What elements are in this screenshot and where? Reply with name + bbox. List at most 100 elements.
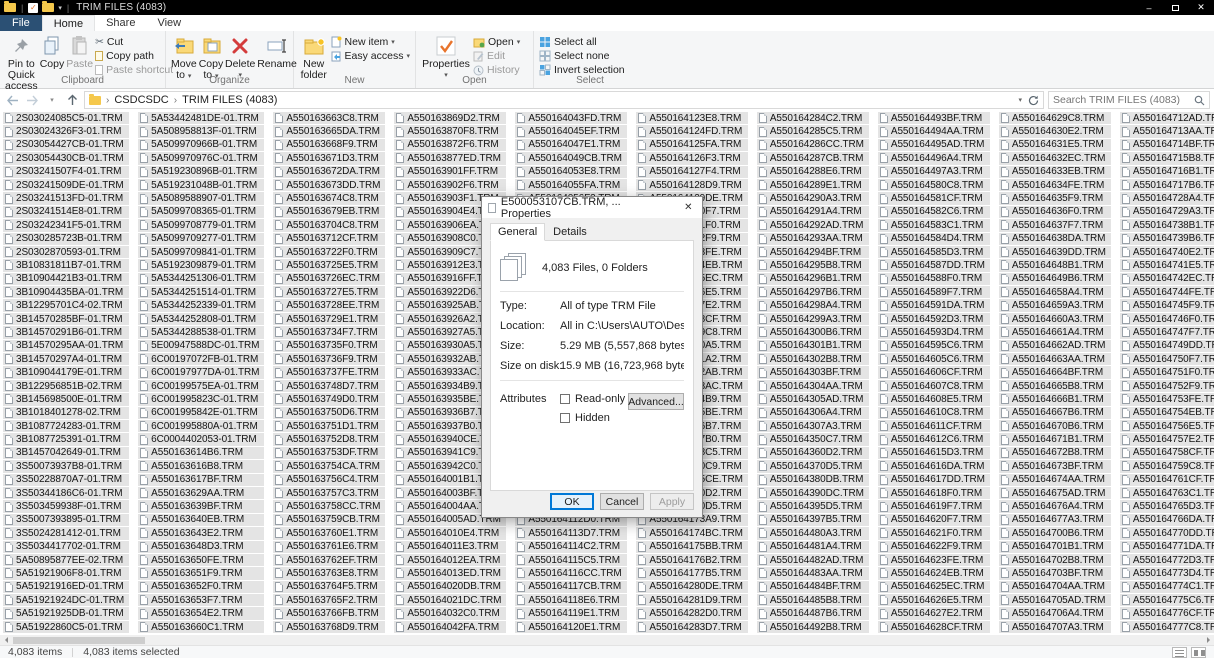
file-item[interactable]: 2S03241509DE-01.TRM	[3, 179, 129, 191]
search-icon[interactable]	[1194, 95, 1205, 106]
file-item[interactable]: A550164717B6.TRM	[1120, 179, 1214, 191]
file-item[interactable]: A550164292AD.TRM	[757, 219, 869, 231]
file-item[interactable]: 3B1087725391-01.TRM	[3, 433, 129, 445]
file-item[interactable]: A550164306A4.TRM	[757, 407, 869, 419]
file-item[interactable]: A550164615D3.TRM	[878, 447, 990, 459]
file-item[interactable]: A550164673BF.TRM	[999, 460, 1111, 472]
file-item[interactable]: 2S03242341F5-01.TRM	[3, 219, 129, 231]
advanced-button[interactable]: Advanced...	[628, 393, 684, 410]
file-item[interactable]: A550163640EB.TRM	[138, 514, 264, 526]
file-item[interactable]: 3B122956851B-02.TRM	[3, 380, 129, 392]
up-button[interactable]	[64, 92, 80, 108]
file-item[interactable]: 3S5024281412-01.TRM	[3, 527, 129, 539]
file-item[interactable]: 5A509970976C-01.TRM	[138, 152, 264, 164]
rename-button[interactable]: Rename	[257, 33, 297, 70]
file-item[interactable]: 3B109044179E-01.TRM	[3, 366, 129, 378]
file-item[interactable]: A550163869D2.TRM	[394, 112, 506, 124]
file-item[interactable]: A550164583C1.TRM	[878, 219, 990, 231]
file-item[interactable]: A550164664BF.TRM	[999, 366, 1111, 378]
refresh-icon[interactable]	[1028, 95, 1039, 106]
file-item[interactable]: 5A5344252808-01.TRM	[138, 313, 264, 325]
file-item[interactable]: 6C001995823C-01.TRM	[138, 393, 264, 405]
file-item[interactable]: A550163766FB.TRM	[273, 607, 385, 619]
file-item[interactable]: A550163761E6.TRM	[273, 541, 385, 553]
file-item[interactable]: A550164299A3.TRM	[757, 313, 869, 325]
file-item[interactable]: A550164295B8.TRM	[757, 259, 869, 271]
file-item[interactable]: A550164667B6.TRM	[999, 407, 1111, 419]
ok-button[interactable]: OK	[550, 493, 594, 510]
file-item[interactable]: A550163756C4.TRM	[273, 474, 385, 486]
file-item[interactable]: A550164716B1.TRM	[1120, 166, 1214, 178]
file-item[interactable]: 3B10904435BA-01.TRM	[3, 286, 129, 298]
file-item[interactable]: A550163762EF.TRM	[273, 554, 385, 566]
file-item[interactable]: A550164631E5.TRM	[999, 139, 1111, 151]
file-item[interactable]: A550164665B8.TRM	[999, 380, 1111, 392]
file-item[interactable]: A550163679EB.TRM	[273, 206, 385, 218]
tab-file[interactable]: File	[0, 15, 42, 31]
file-item[interactable]: A550163749D0.TRM	[273, 393, 385, 405]
file-item[interactable]: A550164288E6.TRM	[757, 166, 869, 178]
file-item[interactable]: A550163736F9.TRM	[273, 353, 385, 365]
file-item[interactable]: 2S03024085C5-01.TRM	[3, 112, 129, 124]
file-item[interactable]: A550164705AD.TRM	[999, 594, 1111, 606]
scrollbar-thumb[interactable]	[13, 637, 145, 644]
file-item[interactable]: A550164286CC.TRM	[757, 139, 869, 151]
file-item[interactable]: A550163870F8.TRM	[394, 125, 506, 137]
file-item[interactable]: A550164620F7.TRM	[878, 514, 990, 526]
file-item[interactable]: 2S03241514E8-01.TRM	[3, 206, 129, 218]
file-item[interactable]: A550164290A3.TRM	[757, 192, 869, 204]
open-button[interactable]: Open ▾	[473, 35, 520, 49]
file-item[interactable]: A550164704AA.TRM	[999, 581, 1111, 593]
icons-view-button[interactable]	[1191, 647, 1206, 658]
file-item[interactable]: A550164746F0.TRM	[1120, 313, 1214, 325]
file-item[interactable]: A550163737FE.TRM	[273, 366, 385, 378]
file-item[interactable]: A550163652F0.TRM	[138, 581, 264, 593]
file-item[interactable]: 3S50073937B8-01.TRM	[3, 460, 129, 472]
file-item[interactable]: A550164588F0.TRM	[878, 273, 990, 285]
file-item[interactable]: 2S03241513FD-01.TRM	[3, 192, 129, 204]
file-item[interactable]: 5A50895877EE-02.TRM	[3, 554, 129, 566]
file-item[interactable]: 2S0302870593-01.TRM	[3, 246, 129, 258]
file-item[interactable]: A550164619F7.TRM	[878, 500, 990, 512]
file-item[interactable]: A550164055FA.TRM	[515, 179, 627, 191]
address-dropdown-chevron-icon[interactable]: ▾	[1018, 96, 1022, 104]
file-item[interactable]: 5A5344252339-01.TRM	[138, 299, 264, 311]
file-item[interactable]: A550164300B6.TRM	[757, 326, 869, 338]
file-item[interactable]: A550164176B2.TRM	[636, 554, 747, 566]
file-item[interactable]: A550164739B6.TRM	[1120, 233, 1214, 245]
file-item[interactable]: A550164593D4.TRM	[878, 326, 990, 338]
file-item[interactable]: 3S50228870A7-01.TRM	[3, 474, 129, 486]
scroll-right-arrow[interactable]	[1202, 635, 1214, 645]
dialog-tab-general[interactable]: General	[490, 223, 545, 241]
file-item[interactable]: A550164757E2.TRM	[1120, 433, 1214, 445]
file-item[interactable]: A550164294BF.TRM	[757, 246, 869, 258]
file-item[interactable]: A550163758CC.TRM	[273, 500, 385, 512]
file-item[interactable]: A550164618F0.TRM	[878, 487, 990, 499]
forward-button[interactable]	[24, 92, 40, 108]
file-item[interactable]: A550164482AD.TRM	[757, 554, 869, 566]
file-item[interactable]: A550164627E2.TRM	[878, 607, 990, 619]
delete-button[interactable]: Delete ▾	[225, 33, 255, 81]
search-box[interactable]	[1048, 91, 1210, 109]
select-none-button[interactable]: Select none	[539, 49, 625, 63]
file-item[interactable]: 5A5099708779-01.TRM	[138, 219, 264, 231]
file-item[interactable]: A550164010E4.TRM	[394, 527, 506, 539]
file-item[interactable]: 3B1087724283-01.TRM	[3, 420, 129, 432]
select-all-button[interactable]: Select all	[539, 35, 625, 49]
file-item[interactable]: A550164714BF.TRM	[1120, 139, 1214, 151]
file-item[interactable]: A550164776CF.TRM	[1120, 607, 1214, 619]
qat-customize-chevron-icon[interactable]: ▾	[58, 4, 62, 12]
file-item[interactable]: A550163735F0.TRM	[273, 340, 385, 352]
file-item[interactable]: 3B10904421B3-01.TRM	[3, 273, 129, 285]
file-item[interactable]: A550164128D9.TRM	[636, 179, 747, 191]
file-item[interactable]: 5A53442481DE-01.TRM	[138, 112, 264, 124]
file-item[interactable]: A550164632EC.TRM	[999, 152, 1111, 164]
readonly-checkbox-row[interactable]: Read-only	[560, 393, 625, 405]
file-item[interactable]: A550164623FE.TRM	[878, 554, 990, 566]
dialog-title-bar[interactable]: E500053107CB.TRM, ... Properties ✕	[482, 197, 702, 218]
file-item[interactable]: A550164666B1.TRM	[999, 393, 1111, 405]
file-item[interactable]: A550164127F4.TRM	[636, 166, 747, 178]
file-item[interactable]: A550164772D3.TRM	[1120, 554, 1214, 566]
file-item[interactable]: A550164611CF.TRM	[878, 420, 990, 432]
file-item[interactable]: A550164587DD.TRM	[878, 259, 990, 271]
